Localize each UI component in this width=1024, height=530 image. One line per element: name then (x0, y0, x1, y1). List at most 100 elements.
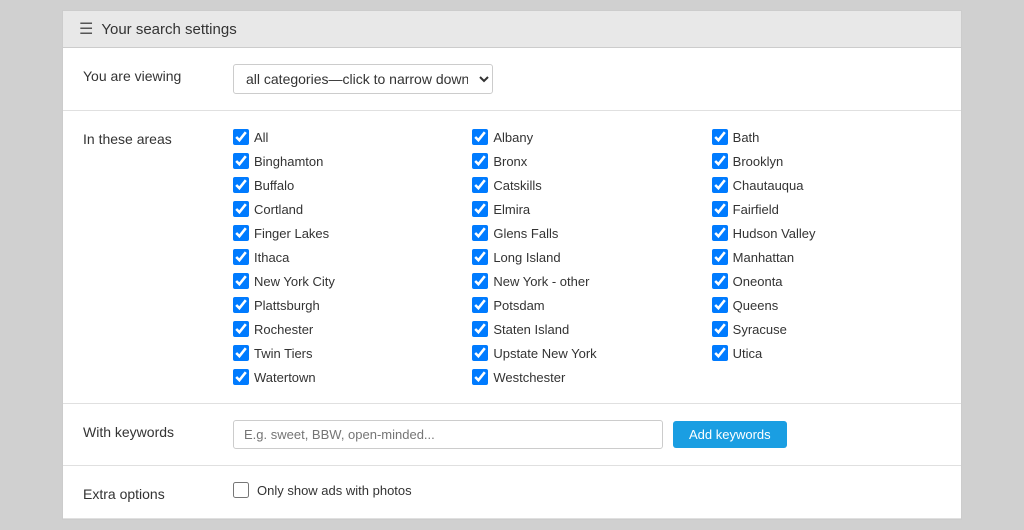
area-checkbox[interactable] (233, 129, 249, 145)
area-checkbox[interactable] (472, 369, 488, 385)
area-checkbox[interactable] (233, 177, 249, 193)
area-checkbox-label: Brooklyn (733, 154, 784, 169)
area-checkbox-label: Cortland (254, 202, 303, 217)
area-checkbox-label: Bronx (493, 154, 527, 169)
keywords-input[interactable] (233, 420, 663, 449)
list-item: Oneonta (712, 271, 941, 291)
area-checkbox[interactable] (712, 153, 728, 169)
area-checkbox-label: Syracuse (733, 322, 787, 337)
area-checkbox[interactable] (712, 249, 728, 265)
area-checkbox[interactable] (472, 297, 488, 313)
area-checkbox-label: Catskills (493, 178, 541, 193)
list-item: Watertown (233, 367, 462, 387)
area-checkbox-label: Utica (733, 346, 763, 361)
list-item: Elmira (472, 199, 701, 219)
list-item: All (233, 127, 462, 147)
list-item: Long Island (472, 247, 701, 267)
area-checkbox[interactable] (233, 153, 249, 169)
areas-content: All Albany Bath Binghamton Bronx Brooklyn Buff… (233, 127, 941, 387)
area-checkbox-label: Bath (733, 130, 760, 145)
area-checkbox[interactable] (712, 273, 728, 289)
list-item: New York - other (472, 271, 701, 291)
area-checkbox-label: Oneonta (733, 274, 783, 289)
area-checkbox-label: Fairfield (733, 202, 779, 217)
list-item: Chautauqua (712, 175, 941, 195)
area-checkbox[interactable] (712, 225, 728, 241)
keywords-label: With keywords (83, 420, 213, 440)
list-item: Queens (712, 295, 941, 315)
area-checkbox[interactable] (472, 249, 488, 265)
area-checkbox[interactable] (233, 273, 249, 289)
area-checkbox[interactable] (472, 345, 488, 361)
area-checkbox[interactable] (472, 177, 488, 193)
list-item: Fairfield (712, 199, 941, 219)
area-checkbox[interactable] (712, 297, 728, 313)
area-checkbox-label: Potsdam (493, 298, 544, 313)
area-checkbox[interactable] (712, 201, 728, 217)
area-checkbox[interactable] (233, 297, 249, 313)
category-dropdown[interactable]: all categories—click to narrow down (233, 64, 493, 94)
area-checkbox-label: Staten Island (493, 322, 569, 337)
area-checkbox-label: Ithaca (254, 250, 289, 265)
list-item: Upstate New York (472, 343, 701, 363)
area-checkbox-label: Hudson Valley (733, 226, 816, 241)
area-checkbox-label: Chautauqua (733, 178, 804, 193)
list-item: Plattsburgh (233, 295, 462, 315)
list-item: Finger Lakes (233, 223, 462, 243)
keywords-section: With keywords Add keywords (63, 404, 961, 466)
area-checkbox-label: Finger Lakes (254, 226, 329, 241)
area-checkbox[interactable] (712, 129, 728, 145)
list-item: Bronx (472, 151, 701, 171)
area-checkbox-label: Binghamton (254, 154, 323, 169)
area-checkbox-label: Manhattan (733, 250, 794, 265)
list-item: Staten Island (472, 319, 701, 339)
area-checkbox[interactable] (233, 249, 249, 265)
area-checkbox-label: All (254, 130, 268, 145)
area-checkbox-label: New York City (254, 274, 335, 289)
viewing-section: You are viewing all categories—click to … (63, 48, 961, 111)
list-item: Manhattan (712, 247, 941, 267)
area-checkbox[interactable] (712, 321, 728, 337)
list-item: Utica (712, 343, 941, 363)
area-checkbox[interactable] (233, 369, 249, 385)
list-item: New York City (233, 271, 462, 291)
area-checkbox-label: Buffalo (254, 178, 294, 193)
area-checkbox[interactable] (472, 321, 488, 337)
area-checkbox[interactable] (233, 321, 249, 337)
photos-checkbox[interactable] (233, 482, 249, 498)
list-item: Westchester (472, 367, 701, 387)
area-checkbox-label: Albany (493, 130, 533, 145)
area-checkbox[interactable] (712, 177, 728, 193)
list-item: Albany (472, 127, 701, 147)
area-checkbox[interactable] (472, 225, 488, 241)
area-checkbox-label: Plattsburgh (254, 298, 320, 313)
area-checkbox-label: Rochester (254, 322, 313, 337)
list-item: Bath (712, 127, 941, 147)
areas-grid: All Albany Bath Binghamton Bronx Brooklyn Buff… (233, 127, 941, 387)
area-checkbox[interactable] (472, 153, 488, 169)
menu-icon: ☰ (79, 19, 93, 39)
extra-content: Only show ads with photos (233, 482, 941, 498)
add-keywords-button[interactable]: Add keywords (673, 421, 787, 448)
list-item: Binghamton (233, 151, 462, 171)
area-checkbox[interactable] (712, 345, 728, 361)
list-item: Glens Falls (472, 223, 701, 243)
list-item: Twin Tiers (233, 343, 462, 363)
area-checkbox[interactable] (233, 225, 249, 241)
area-checkbox[interactable] (233, 201, 249, 217)
list-item: Brooklyn (712, 151, 941, 171)
list-item: Buffalo (233, 175, 462, 195)
header: ☰ Your search settings (63, 11, 961, 48)
area-checkbox[interactable] (472, 129, 488, 145)
area-checkbox[interactable] (472, 201, 488, 217)
extra-section: Extra options Only show ads with photos (63, 466, 961, 519)
area-checkbox[interactable] (472, 273, 488, 289)
area-checkbox-label: Westchester (493, 370, 565, 385)
page-container: ☰ Your search settings You are viewing a… (62, 10, 962, 520)
areas-section: In these areas AllAlbanyBathBinghamtonBr… (63, 111, 961, 404)
area-checkbox-label: New York - other (493, 274, 589, 289)
page-title: Your search settings (101, 21, 236, 38)
list-item: Rochester (233, 319, 462, 339)
area-checkbox[interactable] (233, 345, 249, 361)
area-checkbox-label: Elmira (493, 202, 530, 217)
